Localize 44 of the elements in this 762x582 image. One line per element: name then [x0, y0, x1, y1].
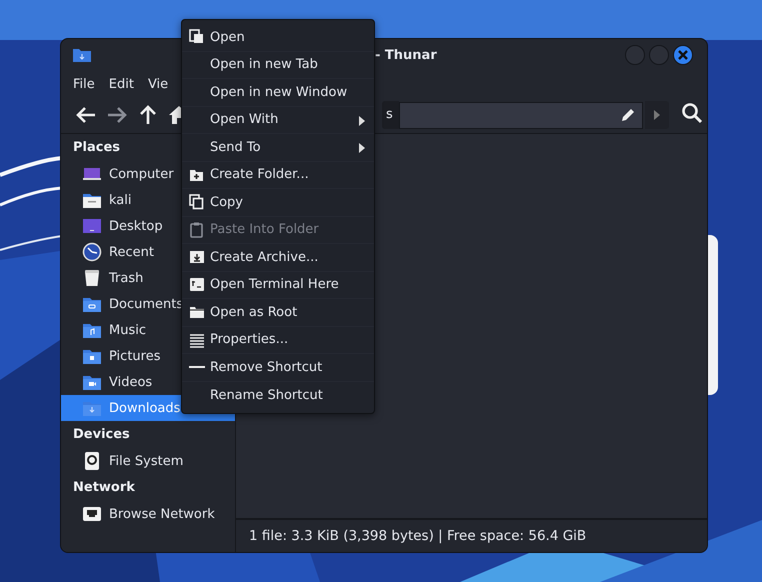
menu-item[interactable]: Send To — [182, 134, 374, 162]
open-icon — [189, 29, 205, 46]
menu-item[interactable]: Remove Shortcut — [182, 354, 374, 382]
path-button[interactable]: s — [382, 101, 399, 129]
folder-icon — [189, 304, 205, 320]
menu-item[interactable]: Open as Root — [182, 299, 374, 326]
folder-icon — [73, 48, 91, 62]
menu-item[interactable]: Create Archive... — [182, 244, 374, 272]
close-button[interactable] — [673, 45, 693, 65]
search-icon[interactable] — [680, 102, 703, 124]
menu-item[interactable]: Copy — [182, 189, 374, 216]
clock-icon — [82, 242, 102, 262]
sidebar-item[interactable]: Browse Network — [61, 501, 235, 527]
archive-icon — [189, 249, 205, 266]
menu-bar-item[interactable]: Edit — [108, 76, 134, 92]
sidebar-item[interactable]: File System — [61, 448, 235, 474]
menu-item[interactable]: Open With — [182, 106, 374, 134]
menu-item[interactable]: Open — [182, 24, 374, 52]
scroll-right-button[interactable] — [644, 101, 669, 129]
pencil-icon — [620, 107, 636, 123]
status-bar: 1 file: 3.3 KiB (3,398 bytes) | Free space: 56.4 GiB — [236, 518, 707, 552]
desktop-icon — [82, 216, 102, 236]
drive-icon — [82, 451, 102, 471]
menu-item[interactable]: Create Folder... — [182, 162, 374, 189]
list-icon — [189, 332, 205, 348]
section-heading: Network — [73, 479, 135, 497]
location-field[interactable] — [398, 102, 643, 128]
menu-item[interactable]: Open in new Window — [182, 79, 374, 106]
close-icon — [678, 50, 688, 60]
section-heading: Places — [73, 139, 120, 157]
menu-bar-item[interactable]: Vie — [148, 76, 168, 92]
copy-icon — [189, 194, 205, 210]
window-title: - Thunar — [375, 48, 437, 62]
trash-icon — [82, 268, 102, 288]
menu-bar-item[interactable]: File — [73, 76, 95, 92]
menu-item[interactable]: Open Terminal Here — [182, 272, 374, 299]
minus-icon — [189, 366, 205, 368]
menu-item[interactable]: Open in new Tab — [182, 52, 374, 79]
clipboard-icon — [189, 222, 205, 238]
section-heading: Devices — [73, 426, 130, 444]
terminal-icon — [189, 276, 205, 293]
menu-item[interactable]: Properties... — [182, 326, 374, 354]
network-port-icon — [82, 504, 102, 524]
right-arrow-icon — [654, 110, 660, 120]
